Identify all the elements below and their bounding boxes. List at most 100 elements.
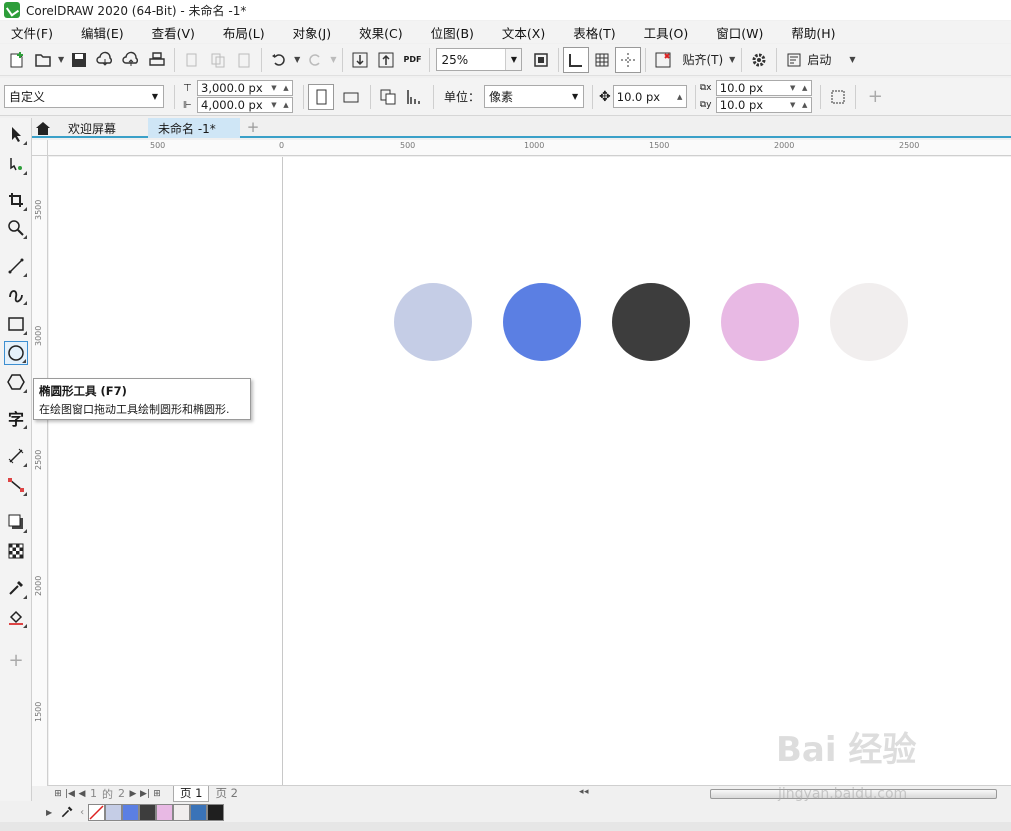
- show-guidelines-button[interactable]: [615, 46, 642, 73]
- menu-table[interactable]: 表格(T): [565, 23, 623, 42]
- prev-page-icon[interactable]: ◀: [76, 789, 88, 799]
- snap-off-button[interactable]: [650, 47, 676, 73]
- palette-menu-arrow-icon[interactable]: ▶: [46, 808, 52, 817]
- snap-to-label[interactable]: 贴齐(T): [682, 51, 723, 68]
- launch-button[interactable]: [781, 47, 807, 73]
- parallel-dimension-tool[interactable]: [4, 444, 28, 468]
- export-button[interactable]: [373, 47, 399, 73]
- ellipse-tool[interactable]: [4, 341, 28, 365]
- shape-tool[interactable]: [4, 152, 28, 176]
- duplicate-y-up-icon[interactable]: ▲: [799, 101, 811, 109]
- connector-tool[interactable]: [4, 473, 28, 497]
- duplicate-x-up-icon[interactable]: ▲: [799, 84, 811, 92]
- page-tab-1[interactable]: 页 1: [173, 785, 210, 802]
- open-button[interactable]: [30, 47, 56, 73]
- circle-dark-gray[interactable]: [612, 283, 690, 361]
- pick-tool[interactable]: [4, 122, 28, 146]
- palette-swatch[interactable]: [190, 803, 208, 821]
- nudge-distance-field[interactable]: 10.0 px ▲: [612, 85, 687, 108]
- zoom-level-combo[interactable]: 25% ▼: [436, 48, 523, 71]
- import-button[interactable]: [347, 47, 373, 73]
- home-icon[interactable]: [34, 119, 52, 137]
- drop-shadow-tool[interactable]: [4, 510, 28, 534]
- menu-window[interactable]: 窗口(W): [708, 23, 771, 42]
- all-pages-button[interactable]: [375, 84, 401, 110]
- page-border-button[interactable]: [825, 84, 851, 110]
- menu-tools[interactable]: 工具(O): [636, 23, 697, 42]
- palette-swatch[interactable]: [156, 803, 174, 821]
- menu-view[interactable]: 查看(V): [144, 23, 203, 42]
- page-width-up-icon[interactable]: ▲: [280, 84, 292, 92]
- full-screen-button[interactable]: [528, 47, 554, 73]
- first-page-icon[interactable]: |◀: [64, 789, 76, 799]
- nudge-spin-icon[interactable]: ▲: [674, 93, 686, 101]
- insert-page-before-icon[interactable]: ⊞: [52, 789, 64, 799]
- freehand-tool[interactable]: [4, 254, 28, 278]
- circle-blue[interactable]: [503, 283, 581, 361]
- current-page-button[interactable]: [401, 84, 427, 110]
- menu-edit[interactable]: 编辑(E): [73, 23, 132, 42]
- show-rulers-button[interactable]: [563, 46, 590, 73]
- landscape-button[interactable]: [338, 84, 364, 110]
- palette-swatch[interactable]: [207, 803, 225, 821]
- launch-label[interactable]: 启动: [807, 51, 831, 68]
- scroll-right-divider-icon[interactable]: ◂: [584, 787, 589, 797]
- print-button[interactable]: [144, 47, 170, 73]
- page-preset-dropdown-icon[interactable]: ▼: [147, 86, 163, 107]
- menu-layout[interactable]: 布局(L): [215, 23, 273, 42]
- save-button[interactable]: [66, 47, 92, 73]
- undo-button[interactable]: [266, 47, 292, 73]
- menu-bitmaps[interactable]: 位图(B): [423, 23, 482, 42]
- palette-swatch[interactable]: [173, 803, 191, 821]
- insert-page-after-icon[interactable]: ⊞: [151, 789, 163, 799]
- snap-dropdown-icon[interactable]: ▼: [729, 55, 735, 64]
- page-height-field[interactable]: 4,000.0 px ▼ ▲: [197, 97, 293, 113]
- page-preset-combo[interactable]: 自定义 ▼: [4, 85, 164, 108]
- palette-swatch[interactable]: [105, 803, 123, 821]
- text-tool[interactable]: 字: [4, 406, 28, 430]
- open-dropdown-icon[interactable]: ▼: [58, 55, 64, 64]
- tab-document[interactable]: 未命名 -1*: [148, 118, 240, 138]
- tab-welcome-screen[interactable]: 欢迎屏幕: [58, 118, 148, 138]
- color-eyedropper-tool[interactable]: [4, 576, 28, 600]
- horizontal-ruler[interactable]: 500 0 500 1000 1500 2000 2500: [48, 140, 1011, 156]
- undo-dropdown-icon[interactable]: ▼: [294, 55, 300, 64]
- circle-pink[interactable]: [721, 283, 799, 361]
- launch-dropdown-icon[interactable]: ▼: [849, 55, 855, 64]
- interactive-fill-tool[interactable]: [4, 605, 28, 629]
- palette-scroll-left-icon[interactable]: ‹: [80, 807, 84, 818]
- polygon-tool[interactable]: [4, 370, 28, 394]
- circle-off-white[interactable]: [830, 283, 908, 361]
- duplicate-x-down-icon[interactable]: ▼: [787, 84, 799, 92]
- units-combo[interactable]: 像素 ▼: [484, 85, 585, 108]
- menu-effects[interactable]: 效果(C): [351, 23, 410, 42]
- add-tab-icon[interactable]: +: [244, 118, 262, 138]
- next-page-icon[interactable]: ▶: [127, 789, 139, 799]
- new-document-button[interactable]: [4, 47, 30, 73]
- menu-object[interactable]: 对象(J): [285, 23, 339, 42]
- redo-dropdown-icon[interactable]: ▼: [330, 55, 336, 64]
- ruler-origin[interactable]: [32, 140, 48, 156]
- page-width-field[interactable]: 3,000.0 px ▼ ▲: [197, 80, 293, 96]
- scroll-left-icon[interactable]: ◂: [579, 787, 584, 797]
- palette-swatch[interactable]: [122, 803, 140, 821]
- last-page-icon[interactable]: ▶|: [139, 789, 151, 799]
- add-icon[interactable]: +: [868, 86, 883, 107]
- transparency-tool[interactable]: [4, 539, 28, 563]
- crop-tool[interactable]: [4, 188, 28, 212]
- customize-toolbox-button[interactable]: +: [4, 648, 28, 672]
- vertical-ruler[interactable]: 3500 3000 2500 2000 1500: [32, 156, 48, 786]
- publish-pdf-button[interactable]: PDF: [399, 47, 425, 73]
- copy-button[interactable]: [205, 47, 231, 73]
- duplicate-x-field[interactable]: 10.0 px ▼ ▲: [715, 80, 812, 96]
- paste-button[interactable]: [231, 47, 257, 73]
- duplicate-y-field[interactable]: 10.0 px ▼ ▲: [715, 97, 812, 113]
- menu-file[interactable]: 文件(F): [3, 23, 61, 42]
- portrait-button[interactable]: [308, 83, 334, 110]
- rectangle-tool[interactable]: [4, 312, 28, 336]
- redo-button[interactable]: [302, 47, 328, 73]
- cloud-download-button[interactable]: [92, 47, 118, 73]
- page-width-down-icon[interactable]: ▼: [268, 84, 280, 92]
- menu-text[interactable]: 文本(X): [494, 23, 553, 42]
- page-height-up-icon[interactable]: ▲: [280, 101, 292, 109]
